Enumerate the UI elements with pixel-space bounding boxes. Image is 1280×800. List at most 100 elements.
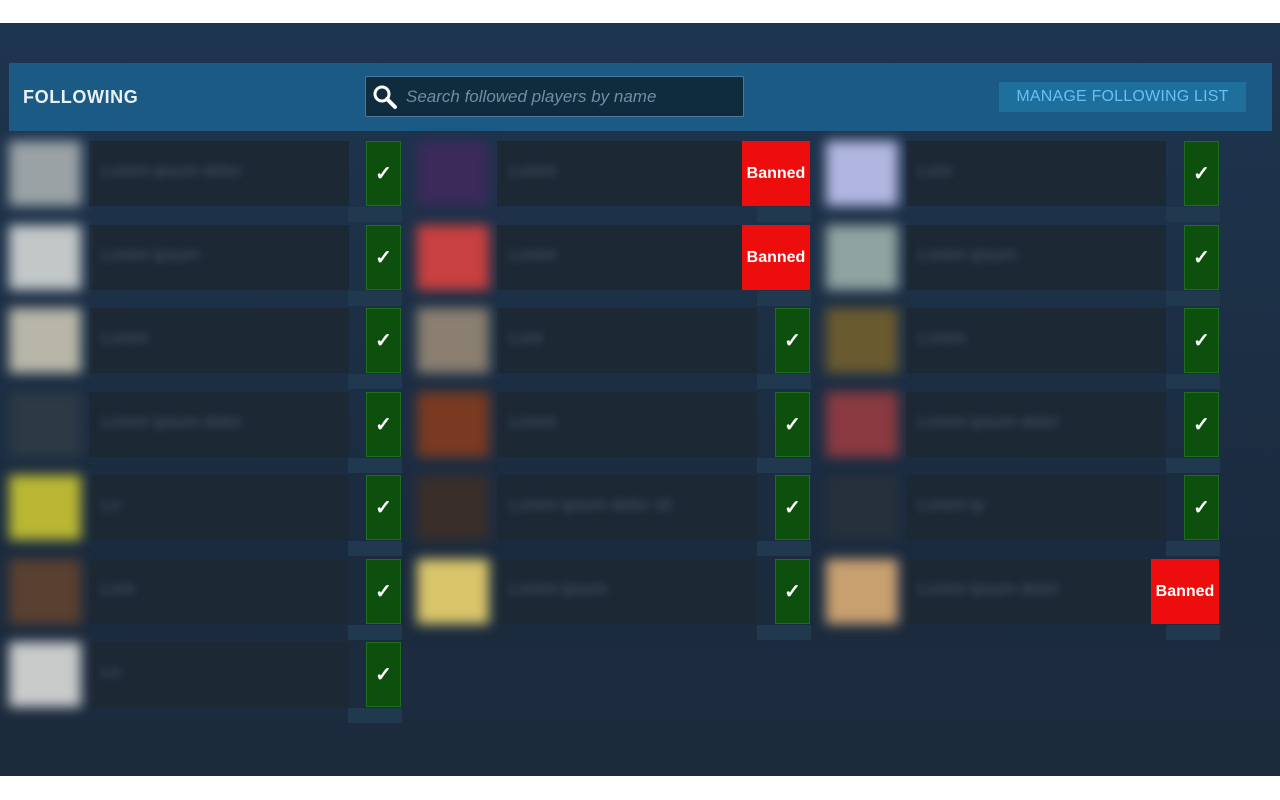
checkmark-icon: ✓ — [1184, 225, 1219, 290]
player-row-background — [89, 642, 349, 707]
status-underline — [1166, 374, 1220, 389]
banned-badge: Banned — [742, 141, 810, 206]
player-avatar[interactable] — [417, 392, 489, 457]
player-avatar[interactable] — [9, 642, 81, 707]
player-avatar[interactable] — [826, 141, 898, 206]
checkmark-icon: ✓ — [1184, 308, 1219, 373]
player-avatar[interactable] — [9, 141, 81, 206]
status-underline — [348, 625, 402, 640]
search-box[interactable] — [365, 76, 744, 117]
player-name[interactable]: Lorem ipsum dolor — [918, 412, 1059, 432]
search-input[interactable] — [406, 77, 736, 116]
checkmark-icon: ✓ — [366, 225, 401, 290]
status-underline — [757, 374, 811, 389]
player-card[interactable]: Lo ✓ — [9, 642, 402, 723]
checkmark-icon: ✓ — [1184, 392, 1219, 457]
checkmark-icon: ✓ — [366, 392, 401, 457]
banned-badge: Banned — [742, 225, 810, 290]
player-card[interactable]: Lorem ipsum dolor sit ✓ — [417, 475, 811, 556]
status-underline — [1166, 207, 1220, 222]
player-avatar[interactable] — [417, 141, 489, 206]
player-avatar[interactable] — [9, 559, 81, 624]
player-name[interactable]: Lore — [918, 161, 952, 181]
player-name[interactable]: Lorem — [509, 161, 557, 181]
player-name[interactable]: Lore — [509, 328, 543, 348]
player-card[interactable]: Lorem ip ✓ — [826, 475, 1220, 556]
player-card[interactable]: Lore ✓ — [417, 308, 811, 389]
player-card[interactable]: Lore ✓ — [9, 559, 402, 640]
player-avatar[interactable] — [417, 559, 489, 624]
status-underline — [348, 458, 402, 473]
player-name[interactable]: Lorem ipsum dolor sit — [509, 495, 672, 515]
status-underline — [348, 291, 402, 306]
player-card[interactable]: Lorem ipsum ✓ — [826, 225, 1220, 306]
player-avatar[interactable] — [826, 475, 898, 540]
player-avatar[interactable] — [826, 225, 898, 290]
player-avatar[interactable] — [417, 475, 489, 540]
search-icon — [373, 85, 397, 109]
status-underline — [1166, 541, 1220, 556]
player-name[interactable]: Lorem — [509, 412, 557, 432]
player-name[interactable]: Lo — [101, 662, 120, 682]
following-header: FOLLOWING MANAGE FOLLOWING LIST — [9, 63, 1272, 131]
player-avatar[interactable] — [9, 308, 81, 373]
checkmark-icon: ✓ — [366, 308, 401, 373]
player-name[interactable]: Lorem ip — [918, 495, 984, 515]
player-row-background — [89, 475, 349, 540]
following-page: FOLLOWING MANAGE FOLLOWING LIST Lorem ip… — [0, 23, 1280, 776]
player-avatar[interactable] — [826, 392, 898, 457]
status-underline — [348, 708, 402, 723]
checkmark-icon: ✓ — [366, 475, 401, 540]
player-name[interactable]: Lorem ipsum — [101, 245, 199, 265]
status-underline — [348, 207, 402, 222]
status-underline — [757, 625, 811, 640]
player-card[interactable]: Lorem ✓ — [9, 308, 402, 389]
player-name[interactable]: Lorem ipsum dolor — [101, 412, 242, 432]
player-card[interactable]: Lorem ipsum dolor ✓ — [9, 141, 402, 222]
status-underline — [757, 291, 811, 306]
manage-following-button[interactable]: MANAGE FOLLOWING LIST — [999, 82, 1246, 112]
player-name[interactable]: Lorem ipsum dolor — [918, 579, 1059, 599]
player-name[interactable]: Lorem — [509, 245, 557, 265]
player-name[interactable]: Lo — [101, 495, 120, 515]
player-name[interactable]: Lorem ipsum — [509, 579, 607, 599]
status-underline — [348, 541, 402, 556]
player-avatar[interactable] — [417, 308, 489, 373]
status-underline — [757, 458, 811, 473]
player-card[interactable]: Lore ✓ — [826, 141, 1220, 222]
player-avatar[interactable] — [417, 225, 489, 290]
player-name[interactable]: Lorem — [101, 328, 149, 348]
page-title: FOLLOWING — [23, 87, 139, 107]
status-underline — [1166, 291, 1220, 306]
status-underline — [1166, 625, 1220, 640]
player-card[interactable]: Lo ✓ — [9, 475, 402, 556]
player-name[interactable]: Lorem ipsum dolor — [101, 161, 242, 181]
player-card[interactable]: Lorem ipsum ✓ — [9, 225, 402, 306]
checkmark-icon: ✓ — [1184, 475, 1219, 540]
player-card[interactable]: Lorem ipsum ✓ — [417, 559, 811, 640]
checkmark-icon: ✓ — [775, 475, 810, 540]
checkmark-icon: ✓ — [775, 392, 810, 457]
status-underline — [348, 374, 402, 389]
player-card[interactable]: Lorem Banned — [417, 141, 811, 222]
checkmark-icon: ✓ — [366, 559, 401, 624]
player-card[interactable]: Lorem ipsum dolor Banned — [826, 559, 1220, 640]
player-card[interactable]: Lorem Banned — [417, 225, 811, 306]
player-avatar[interactable] — [826, 559, 898, 624]
player-card[interactable]: Lorem ipsum dolor ✓ — [9, 392, 402, 473]
player-avatar[interactable] — [9, 392, 81, 457]
player-avatar[interactable] — [9, 225, 81, 290]
player-avatar[interactable] — [9, 475, 81, 540]
player-name[interactable]: Lorem — [918, 328, 966, 348]
player-card[interactable]: Lorem ✓ — [826, 308, 1220, 389]
player-name[interactable]: Lore — [101, 579, 135, 599]
player-card[interactable]: Lorem ipsum dolor ✓ — [826, 392, 1220, 473]
player-name[interactable]: Lorem ipsum — [918, 245, 1016, 265]
checkmark-icon: ✓ — [1184, 141, 1219, 206]
player-card[interactable]: Lorem ✓ — [417, 392, 811, 473]
checkmark-icon: ✓ — [775, 308, 810, 373]
status-underline — [757, 541, 811, 556]
player-avatar[interactable] — [826, 308, 898, 373]
status-underline — [1166, 458, 1220, 473]
status-underline — [757, 207, 811, 222]
